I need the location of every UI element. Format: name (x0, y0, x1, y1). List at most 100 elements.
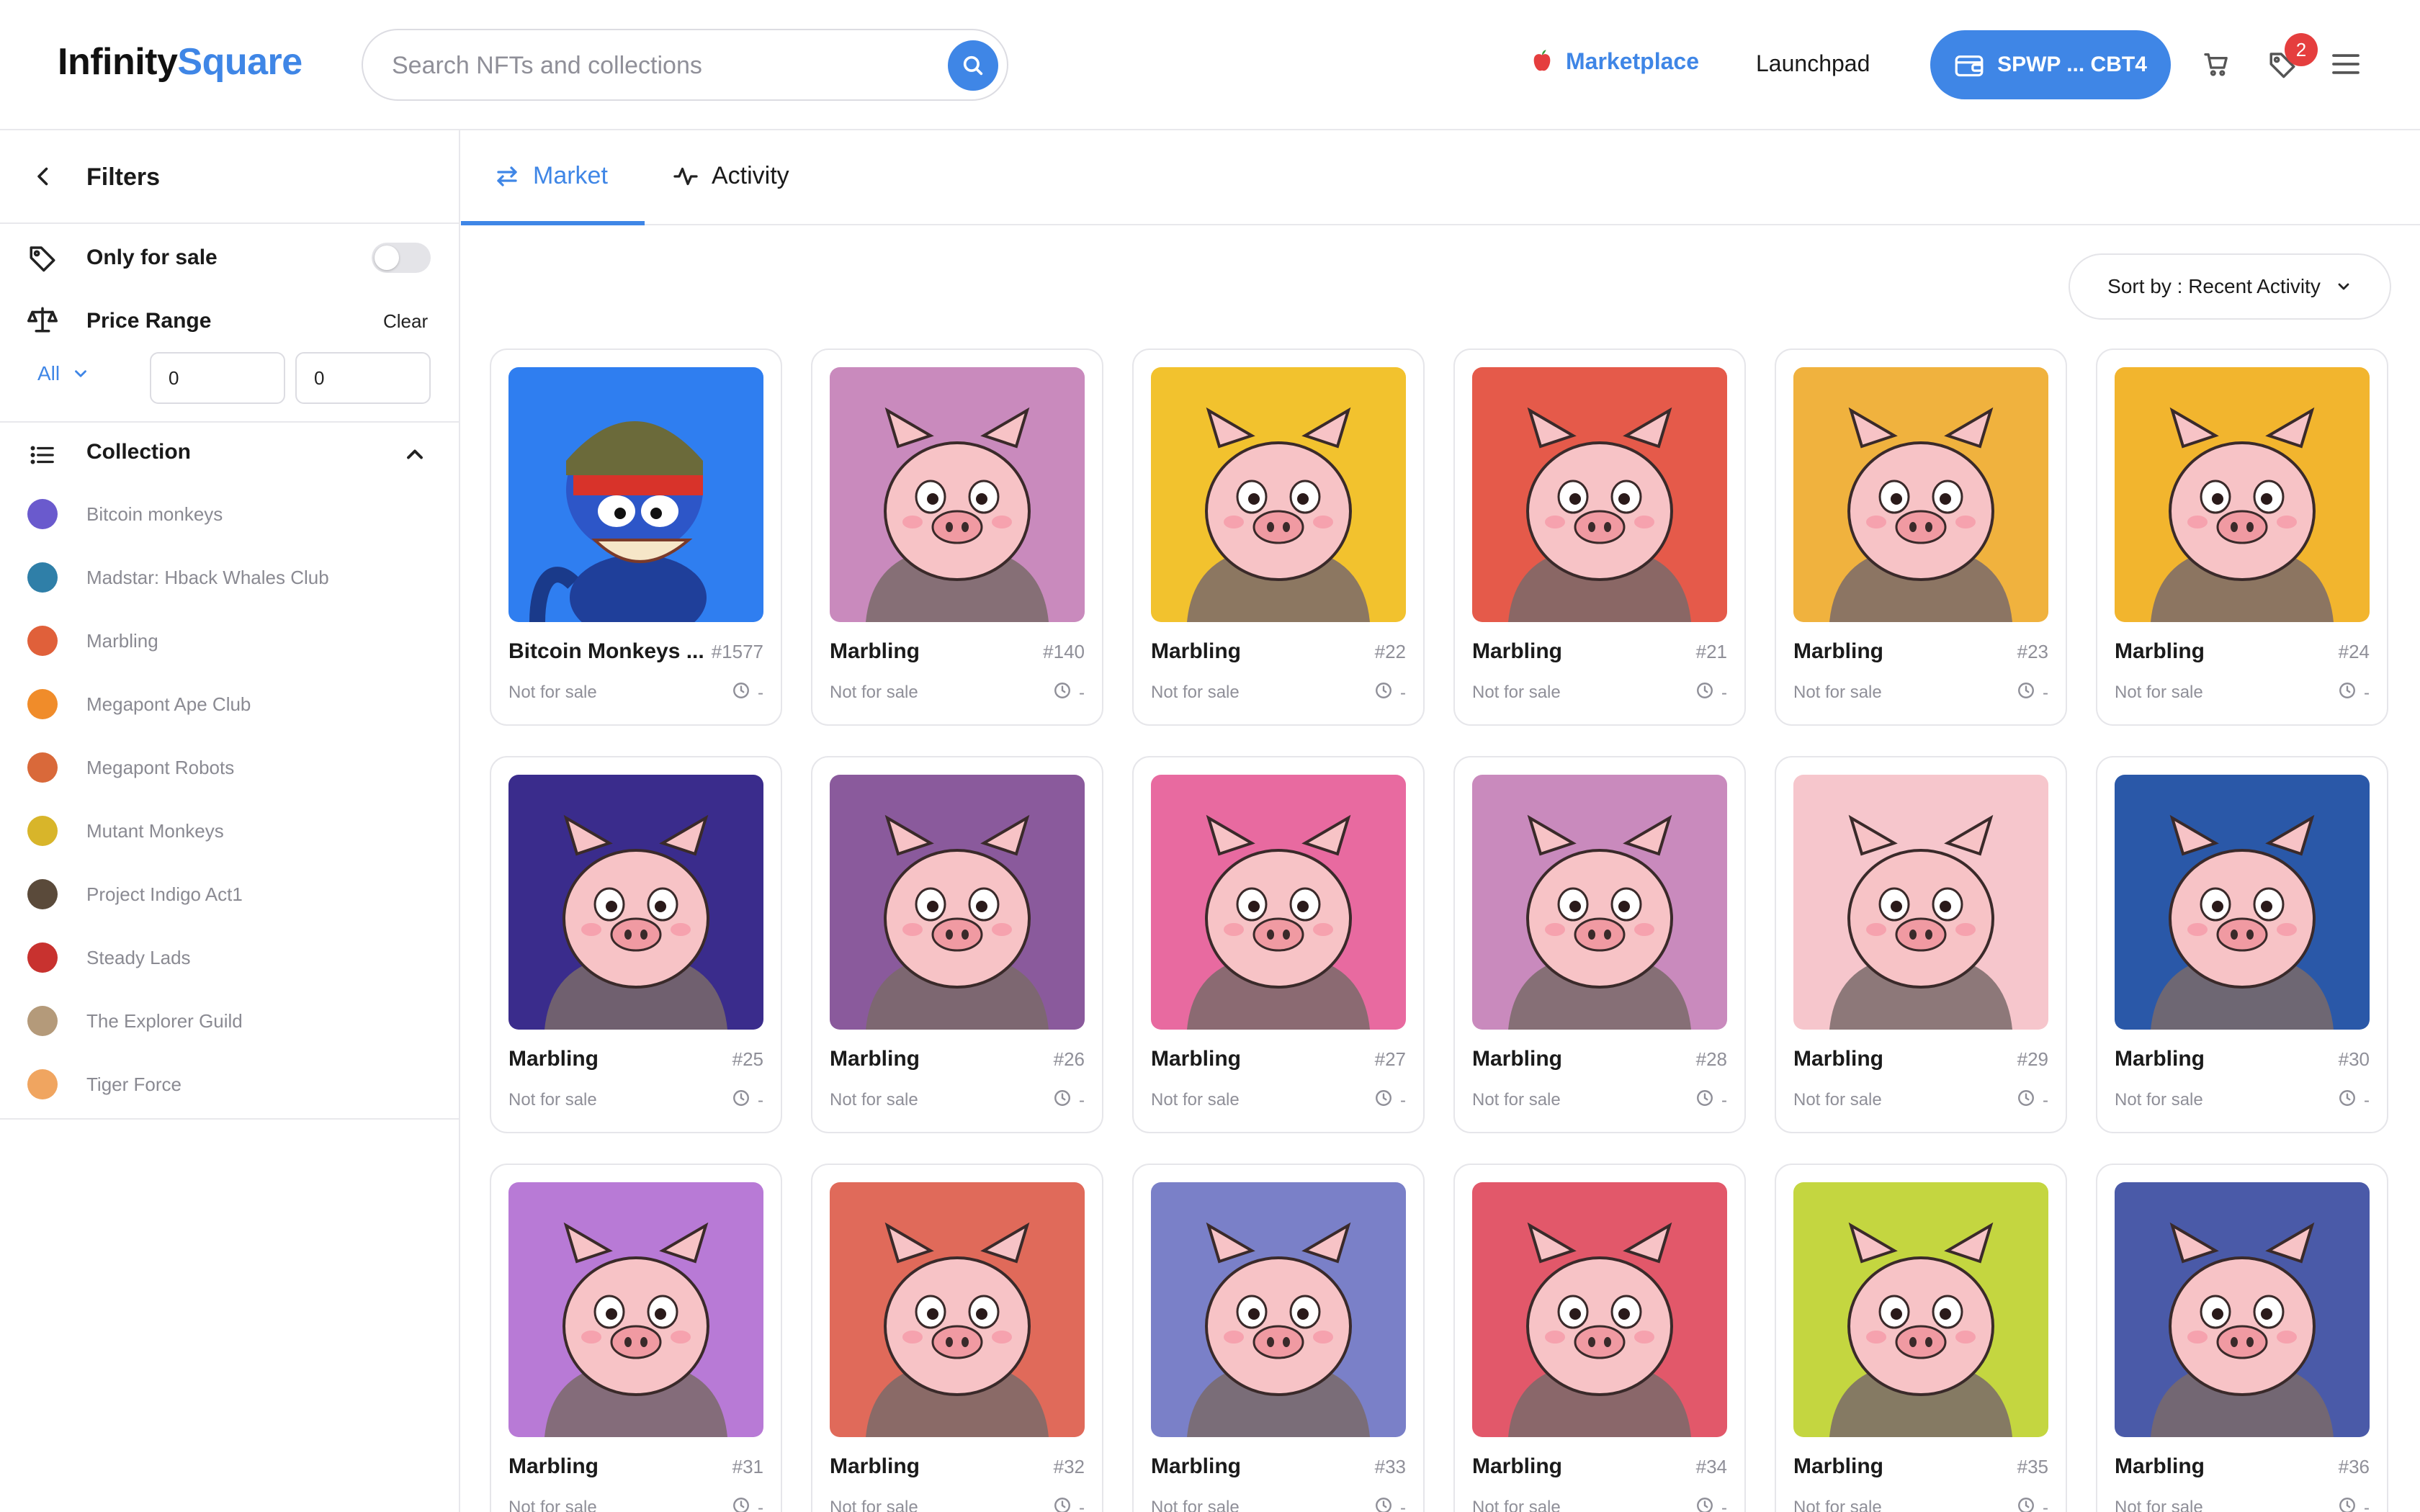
nav-launchpad[interactable]: Launchpad (1756, 50, 1870, 77)
nft-image[interactable] (508, 367, 763, 622)
nft-sale-status: Not for sale (1151, 1090, 1240, 1110)
collection-item[interactable]: Madstar: Hback Whales Club (27, 562, 329, 593)
nft-card[interactable]: Bitcoin Monkeys ... #1577 Not for sale - (490, 348, 782, 726)
nft-card[interactable]: Marbling #30 Not for sale - (2096, 756, 2388, 1133)
nft-card[interactable]: Marbling #26 Not for sale - (811, 756, 1103, 1133)
collection-avatar (27, 689, 58, 719)
collection-avatar (27, 626, 58, 656)
currency-select[interactable]: All (37, 362, 90, 385)
collapse-collection-button[interactable] (402, 441, 428, 471)
nft-image[interactable] (1472, 367, 1727, 622)
nft-image[interactable] (1472, 1182, 1727, 1437)
nft-card[interactable]: Marbling #23 Not for sale - (1775, 348, 2067, 726)
clock-icon (2338, 1496, 2357, 1512)
chevron-up-icon (407, 449, 423, 459)
clock-icon (1695, 1496, 1714, 1512)
collection-item[interactable]: Project Indigo Act1 (27, 879, 243, 909)
collection-item[interactable]: The Explorer Guild (27, 1006, 243, 1036)
divider (0, 421, 459, 423)
nft-image[interactable] (1151, 775, 1406, 1030)
price-max-input[interactable] (295, 352, 431, 404)
nft-card[interactable]: Marbling #24 Not for sale - (2096, 348, 2388, 726)
tab-activity[interactable]: Activity (673, 162, 789, 190)
nft-card[interactable]: Marbling #35 Not for sale - (1775, 1164, 2067, 1512)
price-min-input[interactable] (150, 352, 285, 404)
clock-icon (2017, 1089, 2035, 1112)
nft-card[interactable]: Marbling #22 Not for sale - (1132, 348, 1425, 726)
nft-time: - (1695, 1089, 1727, 1112)
nft-time-value: - (2043, 683, 2048, 703)
nft-image[interactable] (1793, 1182, 2048, 1437)
nft-token-id: #25 (732, 1048, 763, 1070)
nft-image[interactable] (2115, 1182, 2370, 1437)
nft-time-value: - (758, 1090, 763, 1110)
nft-image[interactable] (508, 775, 763, 1030)
nft-image[interactable] (2115, 367, 2370, 622)
nft-name: Marbling (2115, 1047, 2205, 1071)
toggle-knob (375, 246, 399, 270)
nft-time-value: - (758, 1498, 763, 1512)
logo-text-infinity: Infinity (58, 41, 178, 83)
active-tab-indicator (461, 221, 645, 225)
nft-image[interactable] (508, 1182, 763, 1437)
nft-card[interactable]: Marbling #25 Not for sale - (490, 756, 782, 1133)
nft-time-value: - (758, 683, 763, 703)
search-input[interactable] (392, 48, 925, 84)
wallet-icon (1955, 55, 1984, 77)
collection-list-toggle[interactable] (29, 441, 56, 472)
nft-card[interactable]: Marbling #31 Not for sale - (490, 1164, 782, 1512)
nft-card[interactable]: Marbling #28 Not for sale - (1453, 756, 1746, 1133)
nft-card[interactable]: Marbling #34 Not for sale - (1453, 1164, 1746, 1512)
nft-card[interactable]: Marbling #33 Not for sale - (1132, 1164, 1425, 1512)
nft-token-id: #36 (2338, 1456, 2370, 1477)
collection-item[interactable]: Megapont Robots (27, 752, 234, 783)
search-button[interactable] (948, 40, 998, 91)
nft-time: - (1053, 681, 1085, 705)
nft-card[interactable]: Marbling #32 Not for sale - (811, 1164, 1103, 1512)
sort-dropdown[interactable]: Sort by : Recent Activity (2069, 253, 2391, 320)
collapse-filters-button[interactable] (30, 163, 56, 193)
chevron-left-icon (37, 167, 48, 186)
logo[interactable]: InfinitySquare (58, 40, 302, 84)
collection-item[interactable]: Bitcoin monkeys (27, 499, 223, 529)
cart-button[interactable] (2198, 46, 2234, 82)
chevron-down-icon (2338, 283, 2349, 290)
nft-time-value: - (1400, 1090, 1406, 1110)
nft-image[interactable] (830, 775, 1085, 1030)
collection-item[interactable]: Megapont Ape Club (27, 689, 251, 719)
nft-card[interactable]: Marbling #140 Not for sale - (811, 348, 1103, 726)
filters-title: Filters (86, 163, 161, 191)
nft-card[interactable]: Marbling #27 Not for sale - (1132, 756, 1425, 1133)
only-for-sale-toggle[interactable] (372, 243, 431, 273)
clock-icon (732, 681, 750, 705)
nft-time-value: - (2043, 1498, 2048, 1512)
nft-image[interactable] (1793, 367, 2048, 622)
wallet-button[interactable]: SPWP ... CBT4 (1930, 30, 2171, 99)
collection-avatar (27, 752, 58, 783)
nft-image[interactable] (830, 367, 1085, 622)
nft-image[interactable] (1472, 775, 1727, 1030)
nft-card[interactable]: Marbling #36 Not for sale - (2096, 1164, 2388, 1512)
nft-image[interactable] (1151, 367, 1406, 622)
nft-image[interactable] (1151, 1182, 1406, 1437)
nft-time-value: - (2364, 1498, 2370, 1512)
logo-text-square: Square (177, 41, 302, 83)
nft-image[interactable] (2115, 775, 2370, 1030)
menu-button[interactable] (2328, 46, 2364, 82)
tab-market[interactable]: Market (494, 162, 608, 190)
nft-name: Marbling (2115, 1454, 2205, 1478)
clear-price-button[interactable]: Clear (383, 310, 428, 333)
nav-marketplace[interactable]: Marketplace (1530, 48, 1699, 75)
only-for-sale-label: Only for sale (86, 246, 218, 269)
collection-item[interactable]: Steady Lads (27, 942, 191, 973)
nft-card[interactable]: Marbling #29 Not for sale - (1775, 756, 2067, 1133)
collection-item[interactable]: Tiger Force (27, 1069, 182, 1099)
nft-time-value: - (1400, 683, 1406, 703)
collection-item[interactable]: Mutant Monkeys (27, 816, 224, 846)
nft-image[interactable] (1793, 775, 2048, 1030)
collection-item[interactable]: Marbling (27, 626, 158, 656)
list-icon (30, 446, 54, 464)
nft-image[interactable] (830, 1182, 1085, 1437)
nft-time: - (1374, 1089, 1406, 1112)
nft-card[interactable]: Marbling #21 Not for sale - (1453, 348, 1746, 726)
